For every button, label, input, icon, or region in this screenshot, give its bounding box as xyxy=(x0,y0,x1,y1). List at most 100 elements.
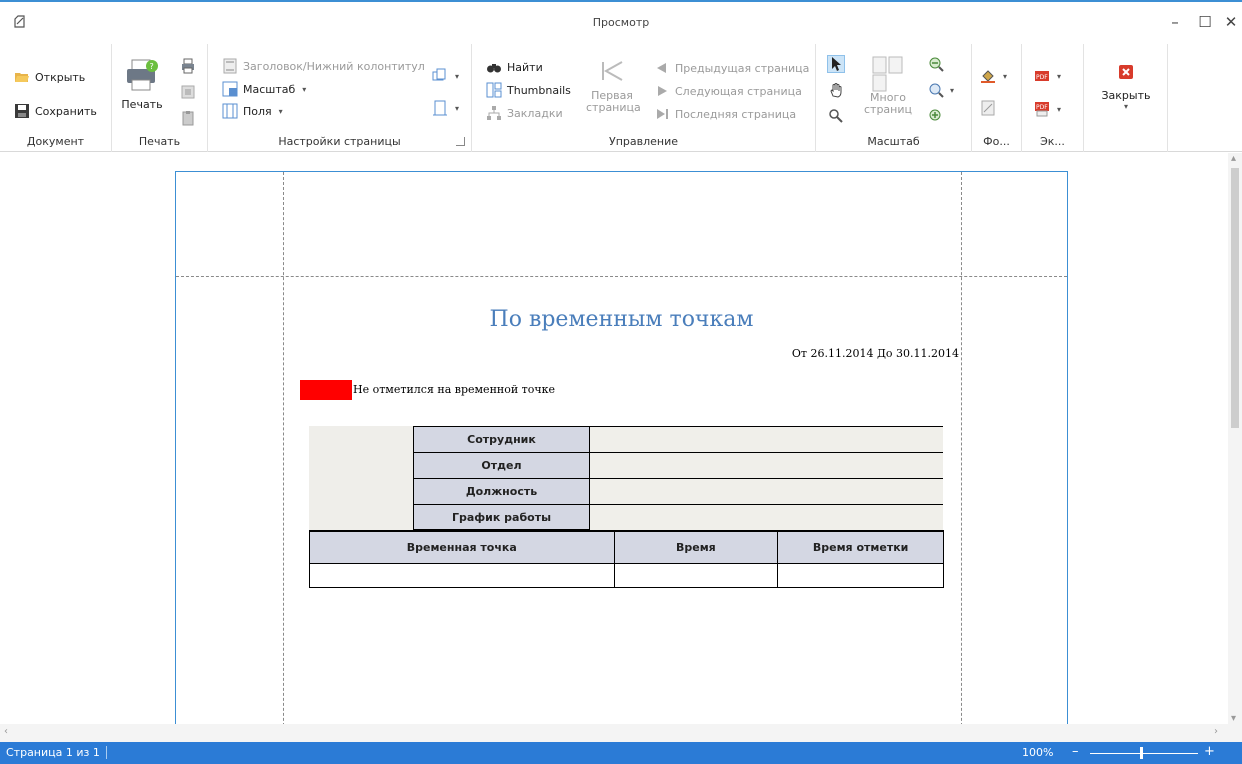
svg-text:?: ? xyxy=(150,62,154,71)
table-header-row: Временная точка Время Время отметки xyxy=(309,530,944,564)
employee-row: Сотрудник xyxy=(413,426,943,452)
last-page-icon xyxy=(654,106,670,122)
schedule-value xyxy=(590,504,943,530)
hand-tool-icon[interactable] xyxy=(828,82,844,98)
next-page-button[interactable]: Следующая страница xyxy=(654,81,802,101)
zoom-slider[interactable] xyxy=(1090,753,1198,754)
many-pages-label-2: страниц xyxy=(863,103,912,116)
report-title: По временным точкам xyxy=(489,307,754,332)
header-footer-icon xyxy=(222,58,238,74)
paper-size-icon xyxy=(432,100,448,116)
watermark-icon[interactable] xyxy=(980,100,996,116)
close-preview-label: Закрыть xyxy=(1101,89,1151,102)
page-color-button[interactable]: ▾ xyxy=(980,66,1007,86)
open-button[interactable]: Открыть xyxy=(14,67,85,87)
chevron-down-icon: ▾ xyxy=(1057,104,1062,114)
margin-guide-top xyxy=(176,276,1067,277)
header-footer-button[interactable]: Заголовок/Нижний колонтитул xyxy=(222,56,425,76)
group-document: Открыть Сохранить Документ xyxy=(0,44,112,152)
scroll-down-icon[interactable]: ▾ xyxy=(1231,713,1236,724)
find-button[interactable]: Найти xyxy=(486,57,543,77)
column-header-time: Время xyxy=(613,530,779,564)
employee-value xyxy=(590,426,943,452)
bookmarks-label: Закладки xyxy=(507,106,563,120)
bookmarks-button[interactable]: Закладки xyxy=(486,103,563,123)
zoom-out-icon[interactable] xyxy=(928,56,944,72)
quick-print-icon[interactable] xyxy=(180,58,196,74)
close-window-button[interactable]: ✕ xyxy=(1216,10,1242,34)
save-button[interactable]: Сохранить xyxy=(14,101,97,121)
close-preview-button[interactable]: Закрыть ▾ xyxy=(1096,64,1156,111)
svg-text:PDF: PDF xyxy=(1036,74,1048,81)
zoom-slider-thumb[interactable] xyxy=(1140,747,1143,759)
next-page-label: Следующая страница xyxy=(675,84,802,98)
horizontal-scrollbar[interactable]: ‹ › xyxy=(0,724,1242,742)
header-footer-label: Заголовок/Нижний колонтитул xyxy=(243,59,425,73)
bookmarks-icon xyxy=(486,105,502,121)
group-close: Закрыть ▾ xyxy=(1084,44,1168,152)
department-value xyxy=(590,452,943,478)
group-print: ? Печать Печать xyxy=(112,44,208,152)
position-value xyxy=(590,478,943,504)
legend-swatch xyxy=(300,380,352,400)
pointer-icon[interactable] xyxy=(827,55,845,73)
table-cell xyxy=(613,562,779,588)
chevron-down-icon: ▾ xyxy=(278,106,283,116)
zoom-level: 100% xyxy=(1022,746,1054,759)
clipboard-icon[interactable] xyxy=(180,110,196,126)
vertical-scrollbar[interactable]: ▴ ▾ xyxy=(1228,153,1242,724)
zoom-in-icon[interactable] xyxy=(928,108,944,124)
chevron-down-icon: ▾ xyxy=(1123,102,1128,111)
scale-button[interactable]: Масштаб ▾ xyxy=(222,79,306,99)
margins-button[interactable]: Поля ▾ xyxy=(222,101,283,121)
group-export: PDF ▾ PDF ▾ Эк... xyxy=(1022,44,1084,152)
zoom-tool-icon[interactable] xyxy=(828,108,844,124)
department-row: Отдел xyxy=(413,452,943,478)
page-setup-icon[interactable] xyxy=(180,84,196,100)
thumbnails-icon xyxy=(486,82,502,98)
many-pages-icon xyxy=(872,56,904,92)
scroll-left-icon[interactable]: ‹ xyxy=(4,726,8,737)
scale-label: Масштаб xyxy=(243,82,296,96)
print-label: Печать xyxy=(121,98,163,111)
first-page-button[interactable]: Первая страница xyxy=(586,60,641,114)
group-label-print: Печать xyxy=(138,135,181,148)
chevron-down-icon[interactable]: ▾ xyxy=(950,86,954,95)
prev-page-label: Предыдущая страница xyxy=(675,61,810,75)
first-page-label-2: страница xyxy=(586,101,641,114)
pdf-send-icon: PDF xyxy=(1034,101,1050,117)
orientation-button[interactable]: ▾ xyxy=(432,66,459,86)
print-button[interactable]: ? Печать xyxy=(120,58,164,111)
zoom-icon[interactable] xyxy=(928,82,944,98)
close-icon xyxy=(1118,64,1134,80)
margins-label: Поля xyxy=(243,104,272,118)
preview-area[interactable]: По временным точкам От 26.11.2014 До 30.… xyxy=(0,153,1242,742)
margin-guide-right xyxy=(961,172,962,742)
save-icon xyxy=(14,103,30,119)
prev-page-button[interactable]: Предыдущая страница xyxy=(654,58,809,78)
export-pdf-button[interactable]: PDF ▾ xyxy=(1034,66,1061,86)
vertical-scroll-thumb[interactable] xyxy=(1231,168,1239,428)
send-pdf-button[interactable]: PDF ▾ xyxy=(1034,99,1061,119)
department-label: Отдел xyxy=(413,452,590,478)
report-page: По временным точкам От 26.11.2014 До 30.… xyxy=(175,171,1068,742)
minimize-button[interactable]: – xyxy=(1160,10,1190,34)
group-label-page-setup: Настройки страницы xyxy=(278,135,401,148)
thumbnails-button[interactable]: Thumbnails xyxy=(486,80,571,100)
table-row xyxy=(309,562,944,588)
zoom-plus-button[interactable]: + xyxy=(1204,744,1215,759)
binoculars-icon xyxy=(486,59,502,75)
group-label-export: Эк... xyxy=(1040,135,1065,148)
page-info: Страница 1 из 1 xyxy=(6,746,107,759)
paper-size-button[interactable]: ▾ xyxy=(432,98,459,118)
dialog-launcher-icon[interactable] xyxy=(456,137,465,146)
many-pages-button[interactable]: Много страниц xyxy=(860,56,916,116)
zoom-minus-button[interactable]: – xyxy=(1072,744,1079,759)
report-date-range: От 26.11.2014 До 30.11.2014 xyxy=(791,347,959,360)
scroll-up-icon[interactable]: ▴ xyxy=(1231,153,1236,164)
folder-open-icon xyxy=(14,69,30,85)
scroll-right-icon[interactable]: › xyxy=(1214,726,1218,737)
group-navigation: Найти Thumbnails Закладки Первая страниц… xyxy=(472,44,816,152)
last-page-button[interactable]: Последняя страница xyxy=(654,104,796,124)
chevron-down-icon: ▾ xyxy=(1057,71,1062,81)
